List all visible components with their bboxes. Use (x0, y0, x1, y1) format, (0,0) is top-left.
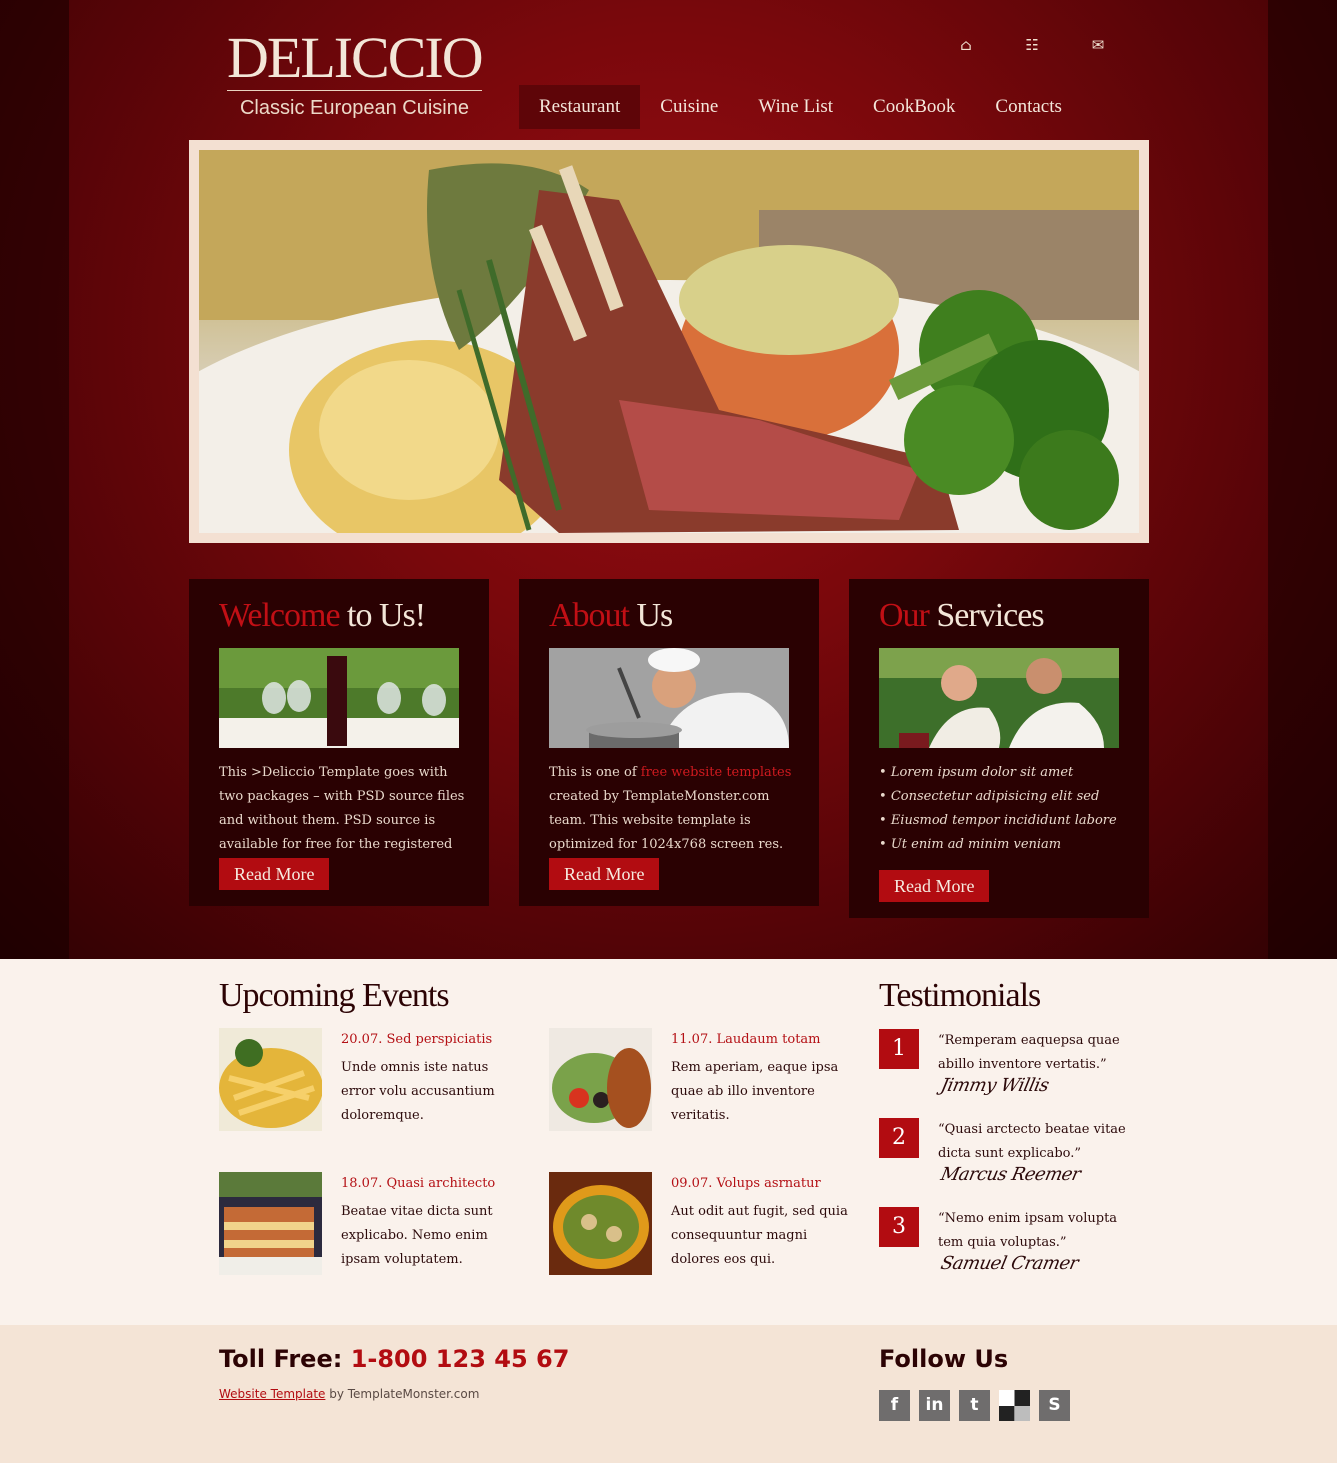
welcome-read-more-button[interactable]: Read More (219, 858, 330, 890)
event-date[interactable]: 11.07. Laudaum totam (671, 1032, 821, 1047)
event-thumbnail[interactable] (219, 1028, 322, 1131)
wine-table-illustration (219, 648, 459, 748)
event-text: Rem aperiam, eaque ipsa quae ab illo inv… (671, 1060, 839, 1123)
hero-image (199, 150, 1139, 533)
about-image (549, 648, 789, 748)
testimonial-quote: “Nemo enim ipsam volupta tem quia volupt… (938, 1211, 1118, 1250)
credit-text: by TemplateMonster.com (325, 1387, 480, 1401)
chef-illustration (549, 648, 789, 748)
hero-banner (189, 140, 1149, 543)
about-read-more-button[interactable]: Read More (549, 858, 660, 890)
welcome-title: Welcome to Us! (219, 597, 489, 635)
salad-chicken-illustration (549, 1028, 652, 1131)
twitter-icon[interactable]: t (959, 1390, 990, 1421)
website-template-link[interactable]: Website Template (219, 1387, 325, 1401)
about-title-accent: About (549, 597, 630, 634)
testimonial-item: 2 “Quasi arctecto beatae vitae dicta sun… (879, 1118, 1139, 1198)
footer-credit: Website Template by TemplateMonster.com (219, 1387, 479, 1401)
nav-item-cuisine[interactable]: Cuisine (640, 85, 738, 129)
content-section: Upcoming Events 20.07. Sed perspiciatis … (0, 959, 1337, 1325)
services-read-more-button[interactable]: Read More (879, 870, 990, 902)
welcome-box: Welcome to Us! This >Deliccio Template g… (189, 579, 489, 906)
facebook-icon[interactable]: f (879, 1390, 910, 1421)
services-box: Our Services Lorem ipsum dolor sit amet … (849, 579, 1149, 918)
event-thumbnail[interactable] (549, 1172, 652, 1275)
logo-divider (227, 90, 482, 91)
event-date[interactable]: 09.07. Volups asrnatur (671, 1176, 821, 1191)
event-item: 20.07. Sed perspiciatis Unde omnis iste … (219, 1028, 529, 1131)
testimonial-number: 1 (879, 1029, 919, 1069)
services-list: Lorem ipsum dolor sit amet Consectetur a… (879, 761, 1117, 857)
lasagna-illustration (219, 1172, 322, 1275)
event-item: 18.07. Quasi architecto Beatae vitae dic… (219, 1172, 529, 1275)
testimonial-author: Samuel Cramer (938, 1253, 1081, 1274)
services-item: Lorem ipsum dolor sit amet (879, 761, 1117, 785)
event-date[interactable]: 20.07. Sed perspiciatis (341, 1032, 492, 1047)
follow-us-title: Follow Us (879, 1345, 1009, 1373)
delicious-icon[interactable] (999, 1390, 1030, 1421)
testimonial-author: Jimmy Willis (938, 1075, 1051, 1096)
phone-number: 1-800 123 45 67 (350, 1345, 570, 1373)
events-title: Upcoming Events (219, 977, 450, 1014)
free-templates-link[interactable]: free website templates (641, 765, 792, 780)
testimonial-number: 3 (879, 1207, 919, 1247)
welcome-image (219, 648, 459, 748)
logo-tagline: Classic European Cuisine (239, 97, 469, 119)
logo-title: DELICCIO (227, 25, 484, 90)
nav-item-wine-list[interactable]: Wine List (738, 85, 853, 129)
event-text: Beatae vitae dicta sunt explicabo. Nemo … (341, 1204, 493, 1267)
about-text-start: This is one of (549, 765, 641, 780)
about-title: About Us (549, 597, 819, 635)
hero-dish-illustration (199, 150, 1139, 533)
testimonials-title: Testimonials (879, 977, 1041, 1014)
event-text: Unde omnis iste natus error volu accusan… (341, 1060, 495, 1123)
event-date[interactable]: 18.07. Quasi architecto (341, 1176, 495, 1191)
toll-free: Toll Free: 1-800 123 45 67 (219, 1345, 569, 1373)
logo[interactable]: DELICCIO Classic European Cuisine (227, 25, 484, 120)
welcome-title-accent: Welcome (219, 597, 341, 634)
linkedin-icon[interactable]: in (919, 1390, 950, 1421)
nav-item-contacts[interactable]: Contacts (975, 85, 1082, 129)
about-title-rest: Us (636, 597, 674, 634)
about-text-end: created by TemplateMonster.com team. Thi… (549, 789, 784, 852)
about-box: About Us This is one of free website tem… (519, 579, 819, 906)
toll-free-label: Toll Free: (219, 1345, 343, 1373)
nav-item-cookbook[interactable]: CookBook (853, 85, 975, 129)
event-item: 11.07. Laudaum totam Rem aperiam, eaque … (549, 1028, 859, 1131)
services-title-accent: Our (879, 597, 930, 634)
pasta-illustration (219, 1028, 322, 1131)
testimonial-number: 2 (879, 1118, 919, 1158)
event-thumbnail[interactable] (219, 1172, 322, 1275)
home-icon[interactable]: ⌂ (958, 36, 974, 54)
testimonial-item: 1 “Remperam eaquepsa quae abillo invento… (879, 1029, 1139, 1109)
event-item: 09.07. Volups asrnatur Aut odit aut fugi… (549, 1172, 859, 1275)
testimonial-quote: “Quasi arctecto beatae vitae dicta sunt … (938, 1122, 1126, 1161)
shellfish-salad-illustration (549, 1172, 652, 1275)
services-image (879, 648, 1119, 748)
footer: Toll Free: 1-800 123 45 67 Website Templ… (0, 1325, 1337, 1463)
services-item: Eiusmod tempor incididunt labore (879, 809, 1117, 833)
testimonial-quote: “Remperam eaquepsa quae abillo inventore… (938, 1033, 1120, 1072)
testimonial-item: 3 “Nemo enim ipsam volupta tem quia volu… (879, 1207, 1139, 1287)
services-title-rest: Services (936, 597, 1044, 634)
top-icons: ⌂ ☷ ✉ (958, 36, 1106, 54)
services-item: Consectetur adipisicing elit sed (879, 785, 1117, 809)
services-title: Our Services (879, 597, 1149, 635)
testimonial-author: Marcus Reemer (938, 1164, 1083, 1185)
nav-item-restaurant[interactable]: Restaurant (519, 85, 641, 129)
couple-dining-illustration (879, 648, 1119, 748)
about-text: This is one of free website templates cr… (549, 761, 799, 857)
services-item: Ut enim ad minim veniam (879, 833, 1117, 857)
event-thumbnail[interactable] (549, 1028, 652, 1131)
welcome-title-rest: to Us! (347, 597, 426, 634)
mail-icon[interactable]: ✉ (1090, 36, 1106, 54)
sitemap-icon[interactable]: ☷ (1024, 36, 1040, 54)
delicious-squares (999, 1390, 1030, 1421)
main-nav: Restaurant Cuisine Wine List CookBook Co… (519, 85, 1082, 129)
social-links: f in t S (879, 1390, 1070, 1421)
event-text: Aut odit aut fugit, sed quia consequuntu… (671, 1204, 848, 1267)
stumbleupon-icon[interactable]: S (1039, 1390, 1070, 1421)
